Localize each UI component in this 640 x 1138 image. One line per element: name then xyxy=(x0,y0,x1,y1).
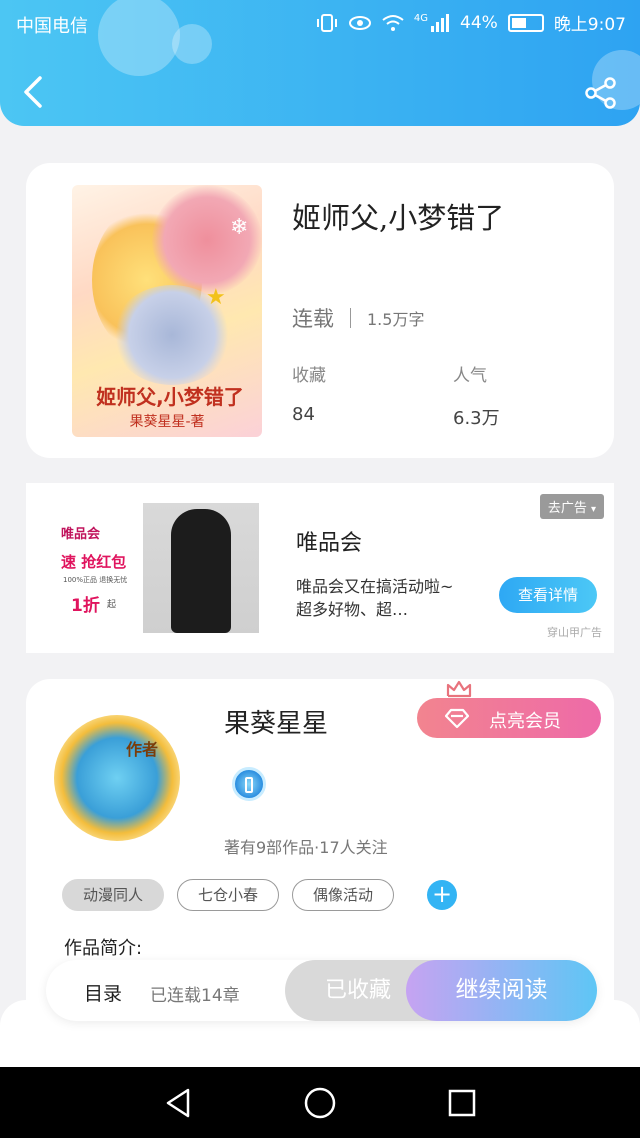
popularity-label: 人气 xyxy=(453,366,487,386)
tag-item[interactable]: 动漫同人 xyxy=(62,879,165,911)
ad-banner[interactable]: 唯品会 速 抢红包 100%正品 退换无忧 1折 起 去广告 ▾ 唯品会 唯品会… xyxy=(26,483,614,653)
ad-source: 穿山甲广告 xyxy=(547,626,602,639)
serial-status: 连载 xyxy=(292,307,334,331)
signal-icon xyxy=(431,13,450,32)
ad-image-promo: 唯品会 速 抢红包 100%正品 退换无忧 1折 起 xyxy=(61,503,143,633)
ad-image-figure xyxy=(171,509,231,633)
book-info-card: ★ ❄ 姬师父,小梦错了 果葵星星-著 姬师父,小梦错了 连载 1.5万字 收藏… xyxy=(26,163,614,458)
wifi-icon xyxy=(382,14,404,31)
circle-home-icon xyxy=(304,1087,336,1119)
author-name[interactable]: 果葵星星 xyxy=(224,703,328,740)
network-type: 4G xyxy=(413,13,429,24)
eye-comfort-icon xyxy=(348,15,371,30)
author-avatar[interactable] xyxy=(54,715,180,841)
add-tag-button[interactable]: + xyxy=(427,880,458,910)
share-button[interactable] xyxy=(584,76,618,110)
popularity-stat: 人气 6.3万 xyxy=(453,361,500,430)
diamond-icon xyxy=(445,708,469,729)
collect-label: 收藏 xyxy=(292,366,326,386)
cover-title: 姬师父,小梦错了 xyxy=(96,385,244,409)
carrier-name: 中国电信 xyxy=(16,16,88,37)
nav-recents-button[interactable] xyxy=(444,1085,480,1121)
ad-image-discount: 1折 xyxy=(71,596,100,616)
continue-reading-button[interactable]: 继续阅读 xyxy=(406,960,597,1021)
tag-list: 动漫同人 七仓小春 偶像活动 + xyxy=(62,879,458,911)
chapter-count: 已连载14章 xyxy=(150,986,240,1006)
cover-author: 果葵星星-著 xyxy=(129,414,205,430)
header-bar: 中国电信 4G 44% 晚上9:07 xyxy=(0,0,640,126)
square-recents-icon xyxy=(448,1089,476,1117)
back-button[interactable] xyxy=(18,74,50,110)
status-indicators: 4G 44% 晚上9:07 xyxy=(316,10,626,35)
tag-item[interactable]: 七仓小春 xyxy=(177,879,280,911)
popularity-value: 6.3万 xyxy=(453,408,500,429)
battery-icon xyxy=(507,13,544,32)
vip-button-label: 点亮会员 xyxy=(489,711,561,732)
plus-icon: + xyxy=(431,880,453,908)
battery-percent: 44% xyxy=(460,12,498,33)
ad-image-suffix: 起 xyxy=(107,600,117,610)
triangle-back-icon xyxy=(166,1088,190,1118)
cover-art xyxy=(152,185,262,295)
ad-image-line1: 速 抢红包 xyxy=(61,553,127,571)
collect-stat: 收藏 84 xyxy=(292,361,326,425)
author-badge: 作者 xyxy=(126,740,159,759)
remove-ad-label: 去广告 xyxy=(547,501,587,516)
snowflake-icon: ❄ xyxy=(230,215,249,240)
share-icon xyxy=(585,77,616,109)
action-bar: 目录 已连载14章 已收藏 继续阅读 xyxy=(46,960,597,1021)
clock: 晚上9:07 xyxy=(553,15,626,35)
nav-home-button[interactable] xyxy=(302,1085,338,1121)
chevron-down-icon: ▾ xyxy=(590,504,596,515)
level-icon xyxy=(245,777,253,793)
ad-image-brand: 唯品会 xyxy=(61,527,101,542)
nav-back-button[interactable] xyxy=(160,1085,196,1121)
toc-button[interactable]: 目录 xyxy=(84,979,122,1006)
back-arrow-icon xyxy=(24,76,42,108)
ad-image-line2: 100%正品 退换无忧 xyxy=(63,576,128,584)
divider xyxy=(350,308,351,328)
intro-label: 作品简介: xyxy=(64,938,143,959)
ad-description: 唯品会又在搞活动啦~超多好物、超… xyxy=(296,577,454,619)
tag-item[interactable]: 偶像活动 xyxy=(292,879,395,911)
crown-icon xyxy=(446,680,472,698)
ad-image: 唯品会 速 抢红包 100%正品 退换无忧 1折 起 xyxy=(61,503,259,633)
system-nav-bar xyxy=(0,1067,640,1138)
book-status-line: 连载 1.5万字 xyxy=(292,303,424,333)
status-bar: 中国电信 4G 44% 晚上9:07 xyxy=(0,0,640,46)
ad-title: 唯品会 xyxy=(296,531,363,556)
ad-details-button[interactable]: 查看详情 xyxy=(499,577,597,613)
star-icon: ★ xyxy=(206,285,226,310)
book-title: 姬师父,小梦错了 xyxy=(292,201,505,235)
author-meta: 著有9部作品·17人关注 xyxy=(224,838,388,857)
collect-value: 84 xyxy=(292,404,315,425)
word-count: 1.5万字 xyxy=(367,310,425,329)
remove-ad-button[interactable]: 去广告 ▾ xyxy=(539,494,604,519)
book-cover[interactable]: ★ ❄ 姬师父,小梦错了 果葵星星-著 xyxy=(72,185,262,437)
activate-vip-button[interactable]: 点亮会员 xyxy=(417,698,601,738)
author-level-badge xyxy=(232,767,266,801)
vibrate-icon xyxy=(316,13,337,32)
